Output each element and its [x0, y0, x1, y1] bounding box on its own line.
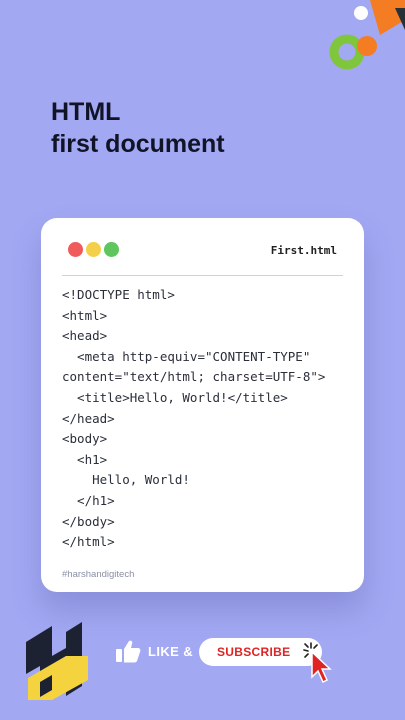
code-line: <!DOCTYPE html> — [62, 287, 175, 302]
window-controls — [68, 242, 119, 257]
window-maximize-dot[interactable] — [104, 242, 119, 257]
code-line: <html> — [62, 307, 108, 323]
window-minimize-dot[interactable] — [86, 242, 101, 257]
cursor-click-icon — [303, 642, 332, 684]
green-ring — [329, 34, 365, 70]
code-line: <h1> — [62, 451, 108, 467]
code-block: <!DOCTYPE html> <html> <head> <meta http… — [62, 285, 362, 553]
code-line: </body> — [62, 513, 115, 529]
thumbs-up-icon[interactable] — [115, 638, 141, 664]
like-label: LIKE & — [148, 643, 194, 659]
code-line: <head> — [62, 328, 108, 344]
like-cta: LIKE & — [115, 638, 193, 664]
code-line: content="text/html; charset=UTF-8"> — [62, 369, 326, 385]
code-line: </h1> — [62, 492, 115, 508]
code-line: <body> — [62, 431, 108, 447]
editor-divider — [62, 275, 343, 276]
heading-line-2: first document — [51, 130, 225, 158]
code-line: <meta http-equiv="CONTENT-TYPE" — [62, 348, 311, 364]
hashtag-label: #harshandigitech — [62, 569, 135, 580]
page-heading: HTML first document — [51, 96, 225, 160]
code-line: </head> — [62, 410, 115, 426]
window-close-dot[interactable] — [68, 242, 83, 257]
corner-decoration — [329, 0, 405, 70]
code-editor-card: First.html <!DOCTYPE html> <html> <head>… — [41, 218, 364, 592]
white-dot — [354, 6, 368, 20]
code-line: <title>Hello, World!</title> — [62, 389, 288, 405]
heading-line-1: HTML — [51, 98, 121, 126]
brand-logo-icon — [26, 622, 88, 700]
code-line: Hello, World! — [62, 472, 190, 488]
file-name: First.html — [270, 244, 337, 257]
code-line: </html> — [62, 534, 115, 550]
orange-circle — [357, 36, 377, 56]
